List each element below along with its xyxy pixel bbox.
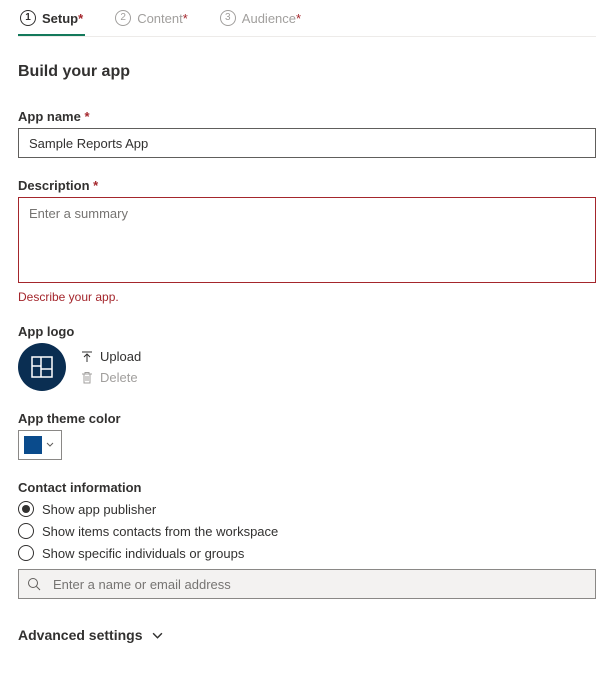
- chevron-down-icon: [46, 441, 54, 449]
- tab-label: Audience*: [242, 11, 301, 26]
- radio-icon: [18, 523, 34, 539]
- description-label: Description *: [18, 178, 596, 193]
- description-input[interactable]: [18, 197, 596, 283]
- tab-label: Setup*: [42, 11, 83, 26]
- radio-icon: [18, 545, 34, 561]
- upload-logo-button[interactable]: Upload: [80, 349, 141, 364]
- radio-label: Show specific individuals or groups: [42, 546, 244, 561]
- tab-setup[interactable]: 1 Setup*: [18, 0, 85, 36]
- tab-step-number: 3: [220, 10, 236, 26]
- app-name-label: App name *: [18, 109, 596, 124]
- contact-search-input[interactable]: [51, 576, 587, 593]
- chevron-down-icon: [152, 630, 163, 641]
- search-icon: [27, 577, 41, 591]
- wizard-tabs: 1 Setup* 2 Content* 3 Audience*: [18, 0, 596, 37]
- description-field: Description * Describe your app.: [18, 178, 596, 304]
- app-name-input[interactable]: [18, 128, 596, 158]
- contact-info-label: Contact information: [18, 480, 596, 495]
- radio-show-specific[interactable]: Show specific individuals or groups: [18, 545, 596, 561]
- radio-label: Show items contacts from the workspace: [42, 524, 278, 539]
- theme-color-swatch: [24, 436, 42, 454]
- tab-audience[interactable]: 3 Audience*: [218, 0, 303, 36]
- tab-step-number: 2: [115, 10, 131, 26]
- advanced-settings-toggle[interactable]: Advanced settings: [18, 627, 596, 643]
- radio-label: Show app publisher: [42, 502, 156, 517]
- page-title: Build your app: [18, 63, 596, 81]
- upload-icon: [80, 350, 94, 364]
- description-error: Describe your app.: [18, 290, 596, 304]
- tab-label: Content*: [137, 11, 188, 26]
- delete-logo-button[interactable]: Delete: [80, 370, 141, 385]
- radio-icon: [18, 501, 34, 517]
- app-logo-preview: [18, 343, 66, 391]
- tab-step-number: 1: [20, 10, 36, 26]
- app-logo-icon: [31, 356, 53, 378]
- contact-info-field: Contact information Show app publisher S…: [18, 480, 596, 599]
- contact-search-box[interactable]: [18, 569, 596, 599]
- trash-icon: [80, 371, 94, 385]
- app-logo-field: App logo Upload: [18, 324, 596, 391]
- theme-color-field: App theme color: [18, 411, 596, 460]
- tab-content[interactable]: 2 Content*: [113, 0, 190, 36]
- radio-show-workspace-contacts[interactable]: Show items contacts from the workspace: [18, 523, 596, 539]
- app-name-field: App name *: [18, 109, 596, 158]
- app-logo-label: App logo: [18, 324, 596, 339]
- theme-color-label: App theme color: [18, 411, 596, 426]
- theme-color-picker[interactable]: [18, 430, 62, 460]
- radio-show-publisher[interactable]: Show app publisher: [18, 501, 596, 517]
